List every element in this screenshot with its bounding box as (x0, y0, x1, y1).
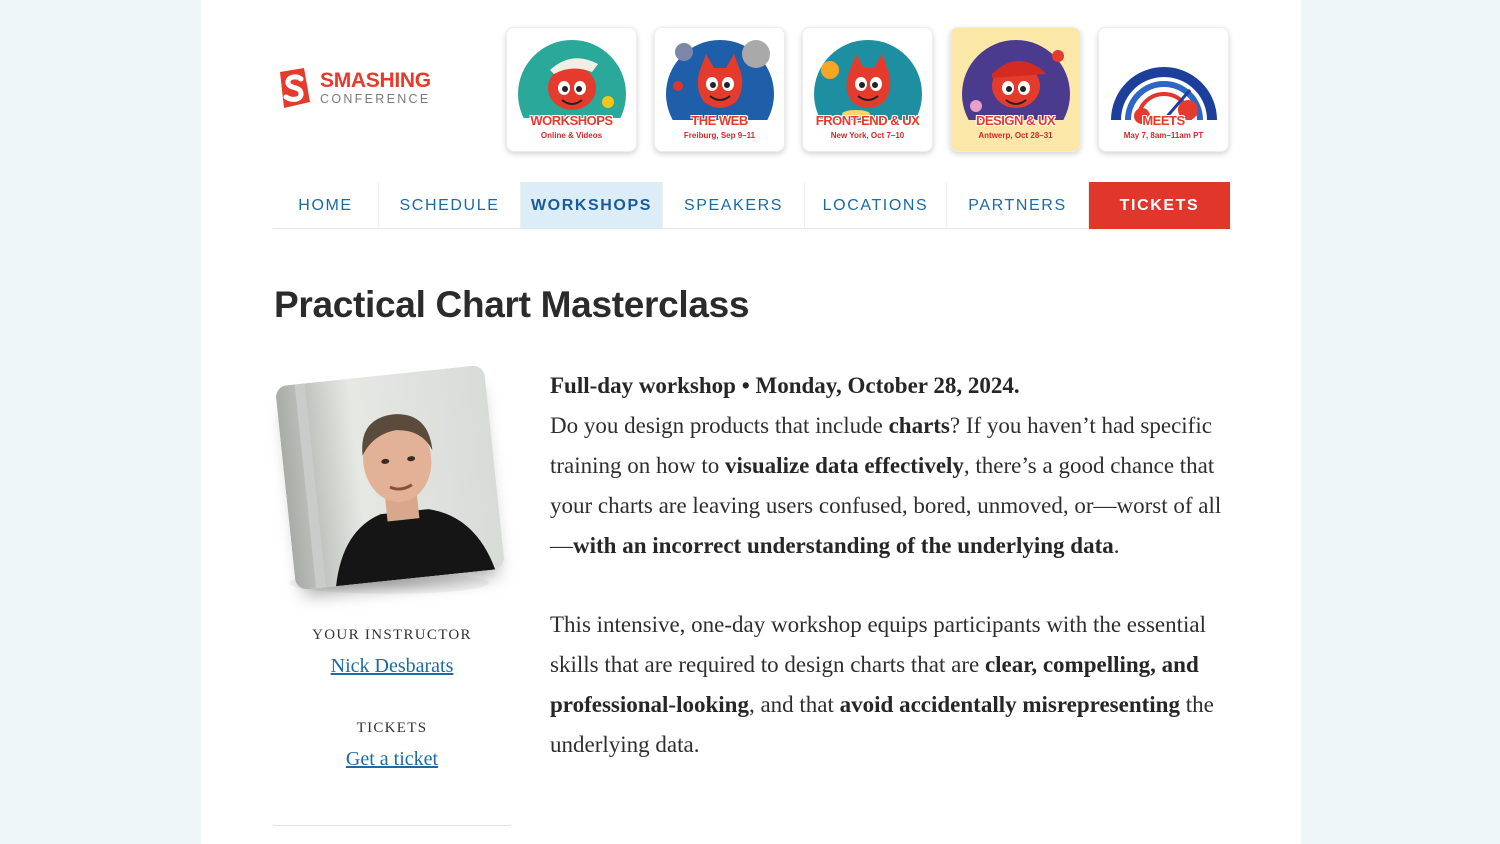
nav-speakers[interactable]: SPEAKERS (663, 182, 805, 229)
workshop-date: Full-day workshop • Monday, October 28, … (550, 373, 1020, 398)
event-card-the-web[interactable]: THE WEB Freiburg, Sep 9–11 (654, 27, 785, 152)
event-title: WORKSHOPS (530, 113, 613, 128)
event-title: THE WEB (691, 113, 748, 128)
main-nav: HOME SCHEDULE WORKSHOPS SPEAKERS LOCATIO… (273, 182, 1230, 229)
nav-home[interactable]: HOME (273, 182, 379, 229)
nav-locations[interactable]: LOCATIONS (805, 182, 947, 229)
event-subtitle: Antwerp, Oct 28–31 (978, 131, 1053, 140)
nav-partners[interactable]: PARTNERS (947, 182, 1089, 229)
event-card-workshops[interactable]: WORKSHOPS Online & Videos (506, 27, 637, 152)
bold-run: avoid accidentally misrepresenting (839, 692, 1180, 717)
text-run: , and that (748, 692, 840, 717)
page-title: Practical Chart Masterclass (274, 284, 750, 325)
event-subtitle: Online & Videos (540, 131, 603, 140)
event-card-design-ux[interactable]: DESIGN & UX Antwerp, Oct 28–31 (950, 27, 1081, 152)
get-ticket-link[interactable]: Get a ticket (273, 748, 511, 771)
instructor-photo (274, 364, 506, 591)
smashing-s-icon (280, 68, 310, 108)
tickets-label: TICKETS (356, 720, 428, 736)
description-paragraph-2: This intensive, one-day workshop equips … (550, 605, 1240, 765)
event-title: MEETS (1142, 113, 1185, 128)
instructor-label: YOUR INSTRUCTOR (312, 627, 472, 643)
description-paragraph-1: Full-day workshop • Monday, October 28, … (550, 366, 1240, 566)
logo-title: SMASHING (320, 69, 431, 93)
smashing-logo[interactable]: SMASHING CONFERENCE (274, 66, 444, 110)
event-card-meets[interactable]: MEETS May 7, 8am–11am PT (1098, 27, 1229, 152)
event-cards: WORKSHOPS Online & Videos THE WEB Freibu… (506, 27, 1229, 152)
event-subtitle: May 7, 8am–11am PT (1123, 131, 1204, 140)
page: SMASHING CONFERENCE WORKSHOPS Online & V… (201, 0, 1301, 844)
event-subtitle: Freiburg, Sep 9–11 (683, 131, 756, 140)
event-subtitle: New York, Oct 7–10 (830, 131, 905, 140)
event-title: DESIGN & UX (975, 113, 1056, 128)
nav-schedule[interactable]: SCHEDULE (379, 182, 521, 229)
text-run: Do you design products that include (550, 413, 889, 438)
text-run: . (1113, 533, 1120, 558)
nav-workshops[interactable]: WORKSHOPS (521, 182, 663, 229)
instructor-name-link[interactable]: Nick Desbarats (273, 655, 511, 678)
bold-run: with an incorrect understanding of the u… (573, 533, 1114, 558)
logo-subtitle: CONFERENCE (320, 92, 431, 107)
event-title: FRONT-END & UX (815, 113, 920, 128)
nav-tickets-button[interactable]: TICKETS (1089, 182, 1230, 229)
bold-run: visualize data effectively (725, 453, 964, 478)
sidebar-divider (273, 825, 511, 826)
workshop-description: Full-day workshop • Monday, October 28, … (550, 366, 1240, 804)
event-card-front-end-ux[interactable]: FRONT-END & UX New York, Oct 7–10 (802, 27, 933, 152)
bold-run: charts (888, 413, 950, 438)
